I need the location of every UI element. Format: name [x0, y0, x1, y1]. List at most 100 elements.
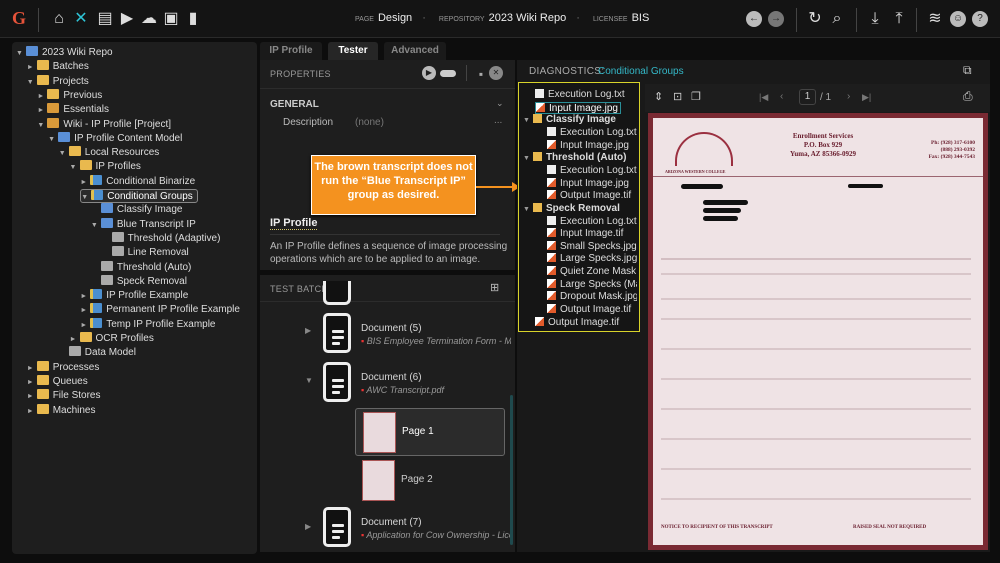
diagnostics-item[interactable]: Input Image.jpg	[547, 177, 637, 191]
tree-item[interactable]: ► IP Profile Example	[80, 289, 188, 303]
toggle-switch[interactable]	[440, 70, 456, 77]
back-button[interactable]: ←	[746, 11, 762, 27]
diagnostics-item[interactable]: Output Image.tif	[547, 304, 637, 317]
tree-item[interactable]: ▼ Conditional Groups	[80, 189, 198, 203]
archive-icon[interactable]: ▤	[96, 10, 114, 28]
tree-item[interactable]: Threshold (Adaptive)	[102, 231, 220, 246]
expand-arrow[interactable]: ▶	[305, 326, 311, 335]
expand-toggle-icon[interactable]: ▼	[48, 133, 58, 147]
expand-toggle-icon[interactable]: ▼	[91, 219, 101, 233]
page-thumbnail[interactable]	[362, 460, 395, 501]
diagnostics-item[interactable]: Quiet Zone Mask.jpg	[547, 266, 637, 279]
document-name[interactable]: Document (6)	[361, 372, 422, 383]
diagnostics-item[interactable]: Input Image.jpg	[547, 139, 637, 153]
tree-item[interactable]: Line Removal	[102, 246, 189, 260]
user-icon[interactable]: ☺	[950, 11, 966, 27]
tree-item[interactable]: ► Temp IP Profile Example	[80, 317, 216, 333]
scrollbar[interactable]	[510, 395, 513, 545]
document-name[interactable]: Document (5)	[361, 323, 422, 334]
run-button[interactable]: ▶	[422, 66, 436, 80]
tree-item[interactable]: ► Processes	[27, 360, 99, 376]
expand-toggle-icon[interactable]: ▼	[16, 47, 26, 61]
tree-item[interactable]: ► Previous	[37, 88, 102, 104]
search-icon[interactable]: ⌕	[828, 10, 846, 28]
hierarchy-icon[interactable]: ⊞	[490, 281, 499, 294]
expand-toggle-icon[interactable]: ►	[27, 405, 37, 419]
media-icon[interactable]: ▶	[118, 10, 136, 28]
description-more-button[interactable]: ...	[494, 115, 502, 126]
tree-item[interactable]: ▼ Projects	[27, 74, 89, 90]
expand-arrow[interactable]: ▶	[305, 522, 311, 531]
briefcase-clock-icon[interactable]: ▣	[162, 10, 180, 28]
diagnostics-item[interactable]: ▼ Threshold (Auto)	[523, 152, 637, 165]
expand-toggle-icon[interactable]: ►	[37, 104, 47, 118]
expand-toggle-icon[interactable]: ►	[80, 319, 90, 333]
diagnostics-item[interactable]: Small Specks.jpg	[547, 240, 637, 254]
collapse-arrow-icon[interactable]: ▼	[523, 117, 530, 124]
external-link-icon[interactable]: ⧉	[963, 63, 972, 78]
tree-item[interactable]: ▼ Wiki - IP Profile [Project]	[37, 117, 171, 133]
tree-item[interactable]: ► Essentials	[37, 103, 109, 117]
tree-item[interactable]: ▼ IP Profiles	[70, 160, 141, 174]
tree-item[interactable]: ► Queues	[27, 374, 88, 390]
document-icon[interactable]	[323, 362, 351, 402]
tree-item[interactable]: Speck Removal	[91, 274, 187, 289]
document-name[interactable]: Document (7)	[361, 517, 422, 528]
chevron-down-icon[interactable]: ⌄	[496, 98, 504, 109]
app-logo[interactable]: G	[12, 8, 26, 29]
page-label[interactable]: Page 2	[401, 474, 433, 485]
expand-toggle-icon[interactable]: ►	[27, 362, 37, 376]
cloud-upload-icon[interactable]: ☁	[140, 10, 158, 28]
document-icon[interactable]	[323, 313, 351, 353]
expand-toggle-icon[interactable]: ►	[80, 304, 90, 318]
refresh-icon[interactable]: ↻	[806, 10, 824, 28]
prev-page-button[interactable]: ‹	[780, 91, 783, 102]
tab-ip-profile[interactable]: IP Profile	[260, 42, 322, 60]
tree-item[interactable]: ▼ 2023 Wiki Repo	[16, 46, 113, 60]
expand-toggle-icon[interactable]: ►	[37, 90, 47, 104]
first-page-button[interactable]: |◀	[759, 92, 768, 103]
document-icon[interactable]	[323, 507, 351, 547]
diagnostics-item[interactable]: Execution Log.txt	[547, 126, 637, 140]
diagnostics-item[interactable]: Input Image.tif	[547, 228, 637, 241]
collapse-arrow[interactable]: ▼	[305, 376, 313, 385]
expand-toggle-icon[interactable]: ▼	[27, 76, 37, 90]
description-value[interactable]: (none)	[355, 117, 384, 128]
page-item-selected[interactable]: Page 1	[355, 408, 505, 456]
tree-item[interactable]: ▼ Local Resources	[59, 146, 159, 160]
diagnostics-item[interactable]: Input Image.jpg	[535, 101, 621, 115]
tree-item[interactable]: Data Model	[59, 346, 136, 360]
expand-toggle-icon[interactable]: ►	[27, 376, 37, 390]
tree-item[interactable]: ► Batches	[27, 60, 89, 74]
expand-toggle-icon[interactable]: ▼	[59, 147, 69, 161]
expand-toggle-icon[interactable]: ►	[27, 390, 37, 404]
expand-toggle-icon[interactable]: ▼	[81, 191, 91, 205]
upload-icon[interactable]: ⤒	[890, 10, 908, 28]
expand-toggle-icon[interactable]: ►	[80, 176, 90, 190]
copy-pages-icon[interactable]: ❐	[691, 90, 701, 103]
diagnostics-item[interactable]: Large Specks.jpg	[547, 253, 637, 266]
diagnostics-item[interactable]: ▼ Speck Removal	[523, 202, 637, 216]
tree-item[interactable]: ► File Stores	[27, 389, 100, 404]
tree-item[interactable]: Classify Image	[91, 203, 182, 217]
fit-page-icon[interactable]: ⊡	[673, 90, 682, 103]
page-input[interactable]: 1	[799, 89, 816, 105]
print-icon[interactable]: ⎙	[963, 89, 973, 104]
tree-item[interactable]: ▼ Blue Transcript IP	[91, 217, 196, 233]
diagnostics-item[interactable]: Execution Log.txt	[547, 164, 637, 178]
tree-item[interactable]: ► OCR Profiles	[70, 332, 154, 346]
expand-toggle-icon[interactable]: ▼	[70, 161, 80, 175]
collapse-arrow-icon[interactable]: ▼	[523, 206, 530, 213]
expand-toggle-icon[interactable]: ►	[70, 333, 80, 347]
tools-icon[interactable]: ✕	[72, 10, 90, 28]
tree-item[interactable]: ► Conditional Binarize	[80, 174, 195, 190]
tree-item[interactable]: ► Permanent IP Profile Example	[80, 303, 240, 317]
diagnostics-item[interactable]: Execution Log.txt	[535, 89, 637, 102]
tree-item[interactable]: ► Machines	[27, 403, 96, 419]
tree-item[interactable]: Threshold (Auto)	[91, 260, 191, 275]
download-icon[interactable]: ⤓	[866, 10, 884, 28]
diagnostics-item[interactable]: Dropout Mask.jpg	[547, 291, 637, 304]
expand-toggle-icon[interactable]: ▼	[37, 119, 47, 133]
save-icon[interactable]: ▪	[472, 65, 490, 83]
diagnostics-item[interactable]: Output Image.tif	[547, 190, 637, 203]
